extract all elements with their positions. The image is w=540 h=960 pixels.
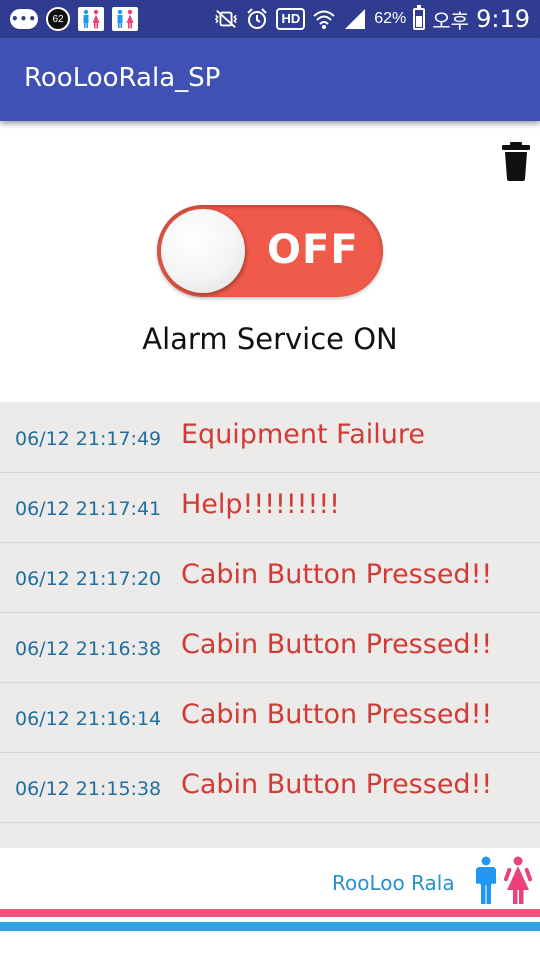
footer-stripe-pink (0, 909, 540, 917)
log-item[interactable]: 06/12 21:16:38 Cabin Button Pressed!! (0, 612, 540, 683)
log-time: 06/12 21:15:38 (15, 778, 162, 800)
log-message: Cabin Button Pressed!! (181, 559, 493, 590)
alarm-clock-icon (245, 7, 269, 31)
log-time: 06/12 21:17:41 (15, 498, 162, 520)
chat-icon: ••• (10, 9, 38, 29)
log-time: 06/12 21:16:38 (15, 638, 162, 660)
restroom-figures-icon (476, 856, 533, 904)
notification-count-icon: 62 (46, 7, 70, 31)
log-message: Cabin Button Pressed!! (181, 629, 493, 660)
app-title: RooLooRala_SP (24, 63, 221, 93)
brand-logo-text: RooLoo Rala (332, 871, 455, 895)
log-item[interactable]: 06/12 21:17:41 Help!!!!!!!!! (0, 472, 540, 543)
log-message: Cabin Button Pressed!! (181, 769, 493, 800)
log-message: Equipment Failure (181, 419, 425, 450)
clock-ampm: 오후 (432, 8, 470, 33)
status-bar-right: HD 62% 오후 9:19 (214, 5, 530, 33)
status-bar-left: ••• 62 (10, 6, 138, 32)
notification-count: 62 (52, 13, 64, 25)
log-item[interactable]: 06/12 21:17:49 Equipment Failure (0, 402, 540, 473)
log-message: Help!!!!!!!!! (181, 489, 340, 520)
alarm-toggle-switch[interactable]: OFF (157, 205, 383, 297)
hd-label: HD (281, 11, 301, 26)
alarm-status-text: Alarm Service ON (142, 322, 398, 356)
mute-vibrate-icon (214, 7, 238, 31)
footer: RooLoo Rala (0, 848, 540, 960)
app-bar: RooLooRala_SP (0, 38, 540, 121)
battery-percent: 62% (374, 10, 407, 27)
status-bar: ••• 62 HD 62% 오후 9:19 (0, 0, 540, 38)
log-message: Cabin Button Pressed!! (181, 699, 493, 730)
clock-time: 9:19 (476, 5, 530, 33)
log-item[interactable]: 06/12 21:17:20 Cabin Button Pressed!! (0, 542, 540, 613)
log-time: 06/12 21:16:14 (15, 708, 162, 730)
trash-icon (502, 142, 530, 181)
log-item[interactable]: 06/12 21:15:38 Cabin Button Pressed!! (0, 752, 540, 823)
hd-voice-icon: HD (276, 8, 306, 30)
toggle-knob (161, 209, 245, 293)
footer-stripe-blue (0, 922, 540, 931)
log-time: 06/12 21:17:49 (15, 428, 162, 450)
cell-signal-icon (343, 7, 367, 31)
restroom-app-icon (112, 7, 138, 31)
delete-log-button[interactable] (500, 141, 532, 181)
wifi-icon (312, 7, 336, 31)
log-item[interactable]: 06/12 21:16:14 Cabin Button Pressed!! (0, 682, 540, 753)
alarm-log-list[interactable]: 06/12 21:17:49 Equipment Failure 06/12 2… (0, 402, 540, 848)
toggle-state-label: OFF (267, 227, 359, 273)
battery-icon (413, 5, 426, 30)
log-time: 06/12 21:17:20 (15, 568, 162, 590)
restroom-app-icon (78, 7, 104, 31)
